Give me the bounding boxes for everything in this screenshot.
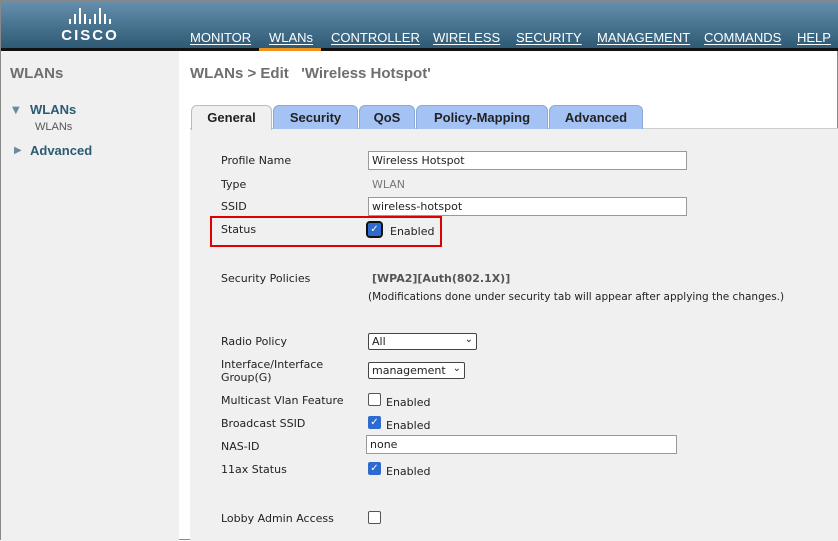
radio-policy-select[interactable]: All ⌄	[368, 333, 477, 350]
radio-policy-label: Radio Policy	[221, 335, 288, 348]
nav-management[interactable]: MANAGEMENT	[597, 30, 690, 45]
sidebar-title: WLANs	[10, 65, 64, 82]
status-enabled-text: Enabled	[390, 225, 435, 238]
ssid-label: SSID	[221, 200, 247, 213]
page-title: WLANs > Edit 'Wireless Hotspot'	[190, 65, 431, 82]
multicast-enabled-text: Enabled	[386, 396, 431, 409]
logo-text: CISCO	[61, 27, 119, 44]
nav-wlans[interactable]: WLANs	[269, 30, 313, 45]
security-policies-value: [WPA2][Auth(802.1X)]	[372, 272, 511, 285]
interface-label: Interface/Interface	[221, 358, 324, 371]
status-checkbox[interactable]: ✓	[366, 221, 383, 238]
radio-policy-value: All	[372, 335, 386, 348]
tab-general[interactable]: General	[191, 105, 272, 130]
nav-security[interactable]: SECURITY	[516, 30, 582, 45]
nav-wireless[interactable]: WIRELESS	[433, 30, 500, 45]
ax-status-checkbox[interactable]: ✓	[368, 462, 381, 475]
ssid-input[interactable]	[368, 197, 687, 216]
triangle-down-icon: ▼	[12, 105, 20, 116]
type-label: Type	[221, 178, 247, 191]
cisco-logo: CISCO	[57, 7, 123, 44]
general-panel	[190, 128, 838, 541]
security-policies-label: Security Policies	[221, 272, 311, 285]
type-value: WLAN	[372, 178, 406, 191]
tab-advanced[interactable]: Advanced	[549, 105, 643, 129]
multicast-label: Multicast Vlan Feature	[221, 394, 344, 407]
broadcast-ssid-checkbox[interactable]: ✓	[368, 416, 381, 429]
sidebar-item-wlans[interactable]: WLANs	[30, 102, 76, 117]
sidebar	[1, 51, 179, 541]
sidebar-item-advanced[interactable]: Advanced	[30, 143, 92, 158]
triangle-right-icon: ▶	[14, 145, 22, 156]
ax-enabled-text: Enabled	[386, 465, 431, 478]
cisco-bars-icon	[57, 7, 123, 24]
interface-value: management	[372, 364, 446, 377]
chevron-down-icon: ⌄	[464, 334, 473, 345]
chevron-down-icon: ⌄	[452, 363, 461, 374]
nav-controller[interactable]: CONTROLLER	[331, 30, 420, 45]
profile-name-input[interactable]	[368, 151, 687, 170]
lobby-admin-label: Lobby Admin Access	[221, 512, 334, 525]
interface-select[interactable]: management ⌄	[368, 362, 465, 379]
ax-status-label: 11ax Status	[221, 463, 287, 476]
nav-monitor[interactable]: MONITOR	[190, 30, 251, 45]
security-policies-note: (Modifications done under security tab w…	[368, 291, 785, 303]
tab-qos[interactable]: QoS	[359, 105, 415, 129]
profile-name-label: Profile Name	[221, 154, 292, 167]
tab-security[interactable]: Security	[273, 105, 358, 129]
multicast-checkbox[interactable]	[368, 393, 381, 406]
broadcast-enabled-text: Enabled	[386, 419, 431, 432]
nav-help[interactable]: HELP	[797, 30, 831, 45]
active-nav-indicator	[259, 48, 321, 51]
interface-label-group: Group(G)	[221, 371, 272, 384]
lobby-admin-checkbox[interactable]	[368, 511, 381, 524]
status-label: Status	[221, 223, 257, 236]
broadcast-ssid-label: Broadcast SSID	[221, 417, 306, 430]
nas-id-input[interactable]	[366, 435, 677, 454]
sidebar-subitem-wlans[interactable]: WLANs	[35, 121, 72, 133]
nas-id-label: NAS-ID	[221, 440, 260, 453]
tab-policy-mapping[interactable]: Policy-Mapping	[416, 105, 548, 129]
nav-commands[interactable]: COMMANDS	[704, 30, 781, 45]
